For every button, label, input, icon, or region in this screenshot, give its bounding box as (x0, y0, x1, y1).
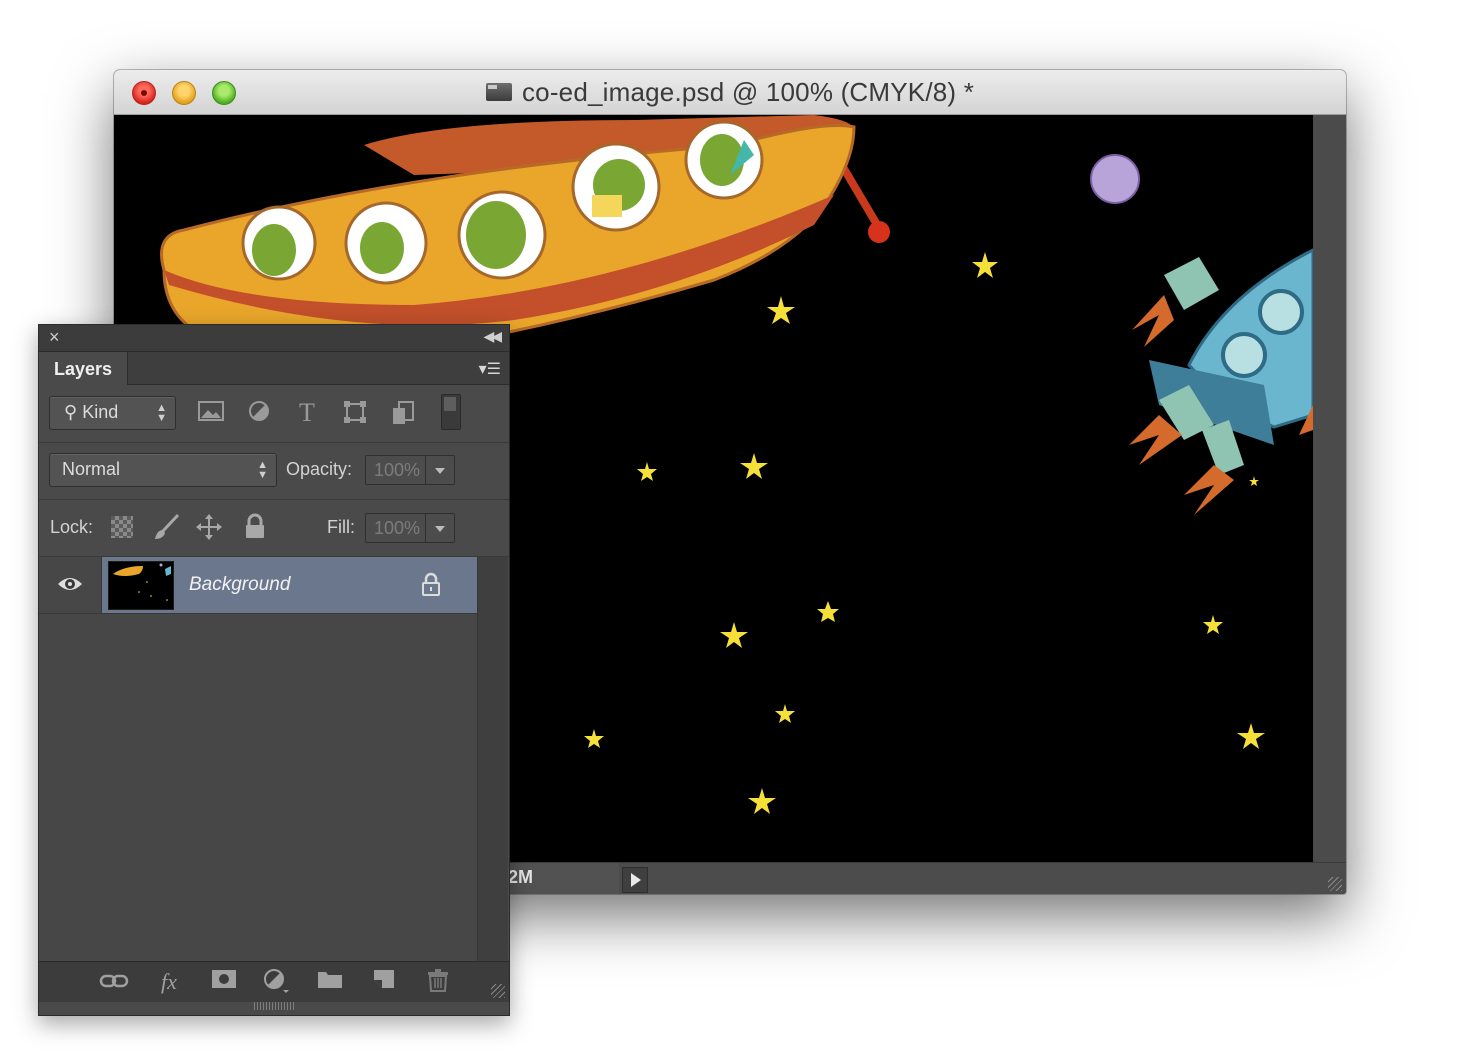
link-layers-icon[interactable] (99, 968, 129, 996)
window-titlebar[interactable]: co-ed_image.psd @ 100% (CMYK/8) * (114, 70, 1346, 115)
lock-position-icon[interactable] (195, 513, 223, 541)
layer-item-selected[interactable]: Background (102, 557, 477, 613)
panel-header[interactable]: × ◀◀ (39, 325, 509, 352)
fx-icon[interactable]: fx (154, 968, 184, 996)
smart-object-filter-icon[interactable] (390, 400, 416, 426)
tab-layers-label: Layers (54, 359, 113, 379)
add-mask-icon[interactable] (209, 968, 239, 996)
spaceship-illustration (160, 115, 890, 358)
star (817, 601, 839, 622)
layer-list[interactable]: Background (39, 557, 477, 961)
shape-filter-icon[interactable] (342, 400, 368, 426)
star (637, 462, 657, 481)
blend-mode-value: Normal (62, 459, 121, 479)
layer-name[interactable]: Background (189, 574, 290, 596)
document-size-readout: 2M (508, 867, 534, 887)
fill-label: Fill: (327, 517, 355, 537)
blend-opacity-row: Normal ▲ ▼ Opacity: 100% (39, 443, 509, 500)
star (1237, 723, 1265, 749)
panel-resize-grip[interactable] (491, 984, 505, 998)
rocket-illustration (1129, 248, 1313, 515)
panel-menu-icon[interactable]: ▾☰ (479, 359, 501, 379)
search-icon: ⚲ (64, 402, 83, 422)
adjustment-layer-icon[interactable] (261, 968, 291, 996)
trash-icon[interactable] (423, 968, 453, 996)
document-proxy-icon[interactable] (485, 83, 512, 101)
lock-image-pixels-icon[interactable] (151, 513, 180, 541)
fill-value: 100% (374, 518, 421, 538)
image-filter-icon[interactable] (198, 400, 224, 426)
layer-row-background[interactable]: Background (39, 557, 477, 614)
opacity-dropdown-button[interactable] (425, 456, 454, 484)
lock-label: Lock: (50, 517, 94, 537)
select-arrows-icon: ▲ ▼ (257, 459, 268, 481)
new-group-icon[interactable] (315, 968, 345, 996)
stars (584, 252, 1265, 814)
star (775, 704, 795, 723)
panel-bottom-grip[interactable] (254, 1002, 294, 1010)
layers-panel: × ◀◀ Layers ▾☰ ⚲ Kind ▲ ▼ T Normal ▲ ▼ O… (38, 324, 510, 1016)
title-group: co-ed_image.psd @ 100% (CMYK/8) * (114, 70, 1346, 114)
star (972, 252, 998, 278)
lock-fill-row: Lock: Fill: 100% (39, 500, 509, 557)
layer-filter-row: ⚲ Kind ▲ ▼ T (39, 385, 509, 443)
adjustment-filter-icon[interactable] (246, 400, 272, 426)
status-menu-arrow-button[interactable] (622, 867, 648, 893)
eye-icon (58, 578, 82, 590)
lock-all-icon[interactable] (241, 513, 269, 541)
fill-dropdown-button[interactable] (425, 514, 454, 542)
star (748, 788, 776, 814)
panel-footer: fx (39, 961, 509, 1002)
window-title: co-ed_image.psd @ 100% (CMYK/8) * (521, 76, 975, 107)
filter-kind-label: Kind (82, 402, 119, 422)
fill-field[interactable]: 100% (365, 513, 455, 543)
lock-icon (422, 572, 440, 596)
opacity-value: 100% (374, 460, 421, 480)
select-arrows-icon: ▲ ▼ (156, 402, 167, 424)
filter-kind-select[interactable]: ⚲ Kind ▲ ▼ (49, 396, 176, 430)
star (767, 296, 795, 324)
tab-layers[interactable]: Layers (39, 352, 128, 385)
layer-thumbnail (108, 561, 174, 610)
window-resize-grip[interactable] (1328, 877, 1342, 891)
star (584, 729, 604, 748)
blend-mode-select[interactable]: Normal ▲ ▼ (49, 453, 277, 487)
layer-visibility-toggle[interactable] (39, 557, 102, 613)
collapse-panel-icon[interactable]: ◀◀ (483, 328, 501, 345)
vertical-scrollbar[interactable] (1313, 115, 1346, 862)
new-layer-icon[interactable] (369, 968, 399, 996)
layer-list-scrollbar[interactable] (477, 557, 508, 961)
close-icon[interactable]: × (49, 327, 60, 348)
star (740, 453, 768, 479)
moon-illustration (1090, 154, 1140, 204)
type-filter-icon[interactable]: T (294, 400, 320, 426)
opacity-field[interactable]: 100% (365, 455, 455, 485)
star (720, 622, 748, 648)
opacity-label: Opacity: (286, 459, 353, 479)
star (1249, 476, 1259, 486)
panel-tab-row: Layers ▾☰ (39, 352, 509, 385)
ship-antenna-ball (868, 221, 890, 243)
lock-transparent-pixels-icon[interactable] (111, 516, 133, 538)
star (1203, 615, 1223, 634)
filter-toggle-switch[interactable] (441, 394, 461, 430)
